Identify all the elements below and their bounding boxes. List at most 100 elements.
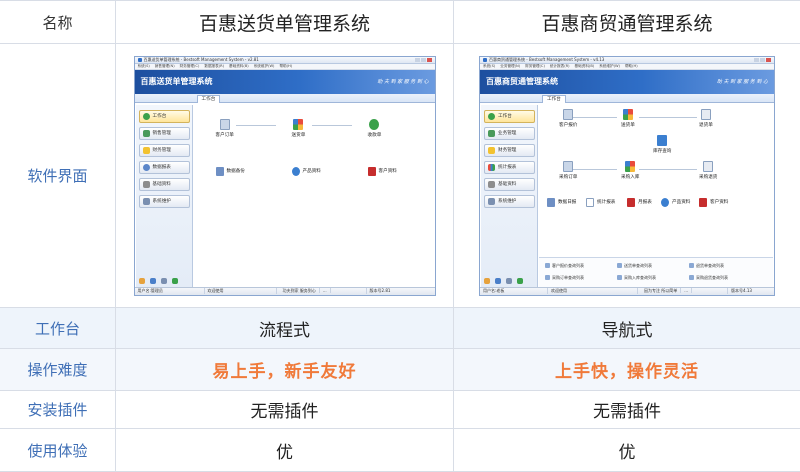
gears-icon — [488, 180, 495, 188]
status-user: 用户名:管理员 — [135, 288, 205, 294]
sidebar-item-finance[interactable]: 财务管理 — [484, 143, 535, 157]
app-b-banner-title: 百惠商贸通管理系统 — [486, 77, 558, 86]
query-link[interactable]: 采购退货查询列表 — [689, 275, 728, 281]
sidebar-item-statistics[interactable]: 统计报表 — [484, 160, 535, 174]
shortcut-daily[interactable]: 数据日报 — [547, 197, 576, 207]
nav-node-purchase-order[interactable]: 采购订单 — [559, 160, 577, 180]
sidebar-item-workbench[interactable]: 工作台 — [484, 109, 535, 123]
menu-item[interactable]: 帮助(H) — [625, 64, 638, 69]
list-icon — [617, 263, 622, 268]
flow-node-order[interactable]: 客户订单 — [216, 118, 234, 138]
sidebar-item-maintenance[interactable]: 系统维护 — [138, 194, 190, 208]
menu-item[interactable]: 财务管理(C) — [180, 64, 200, 69]
row-label-difficulty: 操作难度 — [27, 361, 88, 379]
shortcut-customers[interactable]: 客户资料 — [699, 197, 728, 207]
close-icon[interactable] — [766, 57, 771, 62]
nav-node-purchase-in[interactable]: 采购入库 — [621, 160, 639, 180]
menu-item[interactable]: 业务管理(N) — [500, 64, 520, 69]
menu-item[interactable]: 系统维护(W) — [254, 64, 275, 69]
refresh-icon[interactable] — [171, 277, 178, 284]
status-version: 版本号2.81 — [369, 288, 391, 293]
row-experience: 使用体验 优 优 — [0, 429, 800, 472]
close-icon[interactable] — [426, 57, 432, 62]
menu-item[interactable]: 系统维护(W) — [599, 64, 620, 69]
nav-node-quote[interactable]: 客户报价 — [559, 108, 577, 128]
product-a-title: 百惠送货单管理系统 — [116, 1, 454, 44]
shortcut-monthly[interactable]: 月报表 — [627, 197, 652, 207]
user-icon[interactable] — [506, 277, 512, 284]
menu-item[interactable]: 数据报表(R) — [204, 64, 224, 69]
product-b-title: 百惠商贸通管理系统 — [454, 1, 800, 44]
nav-node-inventory[interactable]: 库存查询 — [653, 134, 671, 154]
inventory-icon — [657, 134, 668, 146]
sidebar-item-basic-data[interactable]: 基础资料 — [484, 177, 535, 191]
folder-icon — [488, 146, 495, 154]
sidebar-item-workbench[interactable]: 工作台 — [138, 109, 190, 123]
menu-item[interactable]: 帮助(H) — [279, 64, 292, 69]
query-link[interactable]: 客户报价查询列表 — [545, 263, 584, 269]
menu-item[interactable]: 系统(S) — [483, 64, 495, 69]
sidebar-item-maintenance[interactable]: 系统维护 — [484, 194, 535, 208]
maximize-icon[interactable] — [420, 57, 426, 62]
value-difficulty-a: 易上手，新手友好 — [212, 362, 357, 382]
menu-item[interactable]: 基础资料(B) — [575, 64, 595, 69]
status-welcome: 欢迎使用 — [548, 288, 638, 294]
query-link[interactable]: 采购订单查询列表 — [545, 275, 584, 281]
settings-icon[interactable] — [495, 277, 501, 284]
shortcut-customers[interactable]: 客户资料 — [367, 166, 397, 176]
menu-item[interactable]: 财务管理(C) — [525, 64, 545, 69]
nav-node-delivery[interactable]: 送货单 — [621, 108, 635, 128]
shortcut-products[interactable]: 产品资料 — [291, 166, 321, 176]
sidebar-item-basic-data[interactable]: 基础资料 — [138, 177, 190, 191]
bar-chart-icon — [488, 163, 495, 171]
list-icon — [689, 263, 694, 268]
flow-node-receipt[interactable]: 收款单 — [368, 118, 381, 138]
query-link[interactable]: 送货单查询列表 — [617, 263, 652, 269]
value-workbench-a: 流程式 — [259, 320, 310, 341]
value-plugin-a: 无需插件 — [250, 402, 319, 422]
row-label-workbench: 工作台 — [34, 319, 80, 338]
document-icon — [563, 160, 574, 172]
app-a-banner: 百惠送货单管理系统 助 夫 到 家 服 务 到 心 — [134, 69, 435, 94]
refresh-icon[interactable] — [517, 277, 523, 284]
sidebar-item-finance[interactable]: 财务管理 — [138, 143, 190, 157]
settings-icon[interactable] — [149, 277, 156, 284]
minimize-icon[interactable] — [414, 57, 420, 62]
sidebar-item-sales[interactable]: 销售管理 — [138, 126, 190, 140]
line-chart-icon — [586, 197, 594, 207]
app-b-slogan: 助 夫 到 家 服 务 到 心 — [716, 79, 768, 85]
menu-item[interactable]: 销售管理(N) — [155, 64, 175, 69]
row-plugin: 安装插件 无需插件 无需插件 — [0, 391, 800, 429]
maximize-icon[interactable] — [760, 57, 765, 62]
menu-item[interactable]: 统计报表(R) — [550, 64, 570, 69]
delivery-icon — [622, 108, 633, 120]
app-a-slogan: 助 夫 到 家 服 务 到 心 — [377, 79, 429, 85]
wrench-icon — [488, 197, 495, 205]
tab-workbench[interactable]: 工作台 — [196, 94, 221, 103]
menu-item[interactable]: 基础资料(B) — [229, 64, 249, 69]
shortcut-statistics[interactable]: 统计报表 — [586, 197, 615, 207]
list-icon — [689, 275, 694, 280]
home-icon[interactable] — [138, 277, 145, 284]
value-workbench-b: 导航式 — [601, 320, 653, 341]
home-icon[interactable] — [484, 277, 490, 284]
menu-item[interactable]: 系统(S) — [138, 64, 150, 69]
shortcut-products[interactable]: 产品资料 — [661, 197, 690, 207]
phone-icon — [627, 197, 635, 207]
comparison-table: 名称 百惠送货单管理系统 百惠商贸通管理系统 软件界面 百惠送货单管理系统 - … — [0, 0, 800, 472]
query-link[interactable]: 退货单查询列表 — [689, 263, 724, 269]
minimize-icon[interactable] — [754, 57, 759, 62]
nav-node-return[interactable]: 退货单 — [699, 108, 713, 128]
sidebar-item-business[interactable]: 业务管理 — [484, 126, 535, 140]
query-link[interactable]: 采购入库查询列表 — [617, 275, 656, 281]
tab-workbench[interactable]: 工作台 — [542, 94, 566, 103]
app-a-banner-title: 百惠送货单管理系统 — [140, 77, 213, 86]
app-b-workspace: 客户报价 送货单 退货单 库存查询 采购订单 采购入库 采购退货 数据日报 统计… — [539, 104, 773, 287]
user-icon[interactable] — [160, 277, 167, 284]
sidebar-item-reports[interactable]: 数据报表 — [138, 160, 190, 174]
shortcut-backup[interactable]: 数据备份 — [215, 166, 245, 176]
daily-report-icon — [547, 197, 555, 207]
flow-node-delivery[interactable]: 送货单 — [292, 118, 305, 138]
nav-node-purchase-return[interactable]: 采购退货 — [699, 160, 717, 180]
return-icon — [703, 160, 714, 172]
